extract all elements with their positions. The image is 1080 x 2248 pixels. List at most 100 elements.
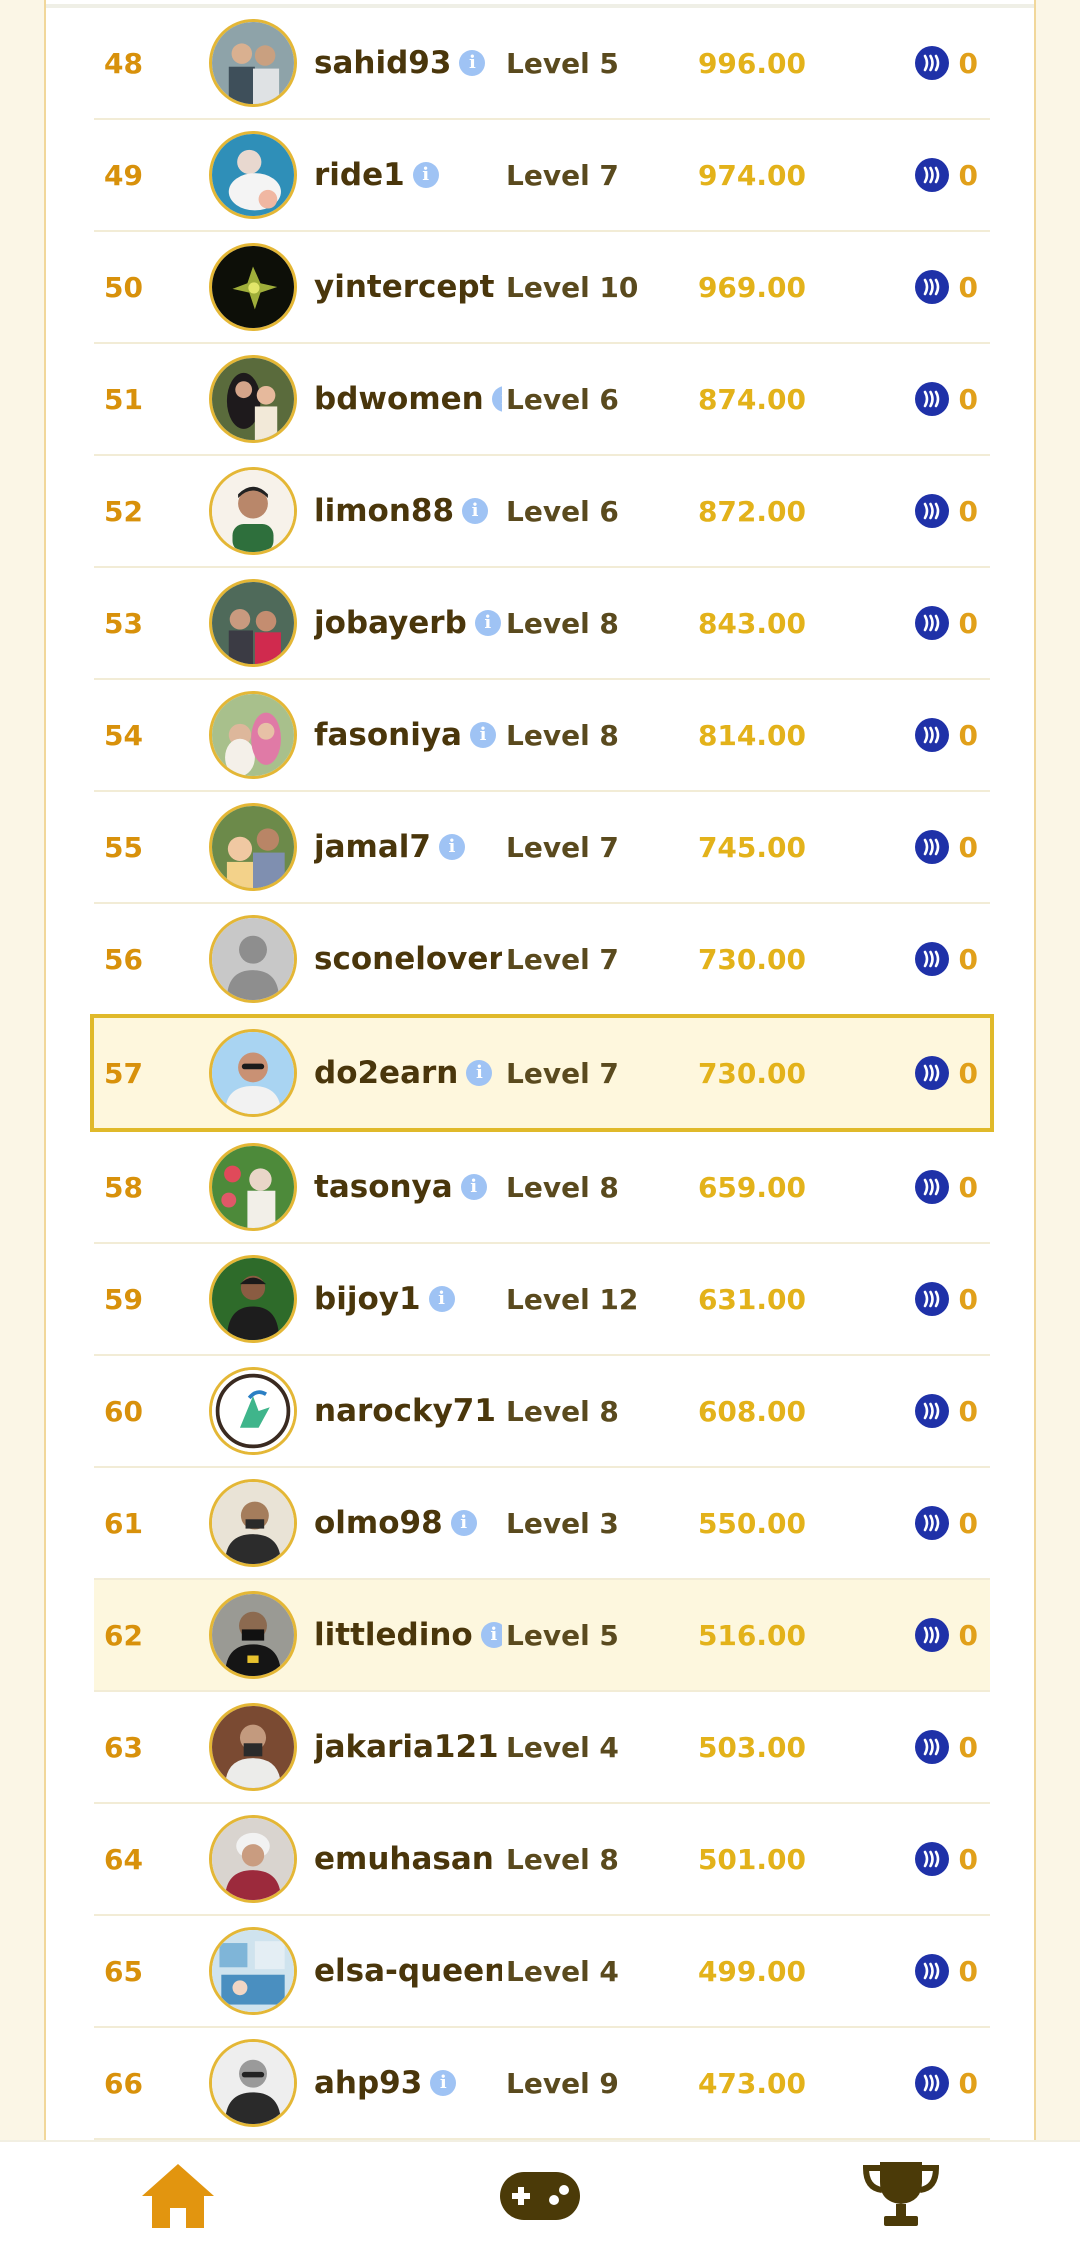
leaderboard-row[interactable]: 49 ride1 i Level 7 974.00 0 xyxy=(94,120,990,232)
avatar[interactable] xyxy=(209,1479,297,1567)
username[interactable]: jakaria121 i xyxy=(314,1692,502,1802)
info-icon[interactable]: i xyxy=(459,50,486,76)
avatar[interactable] xyxy=(209,2039,297,2127)
username[interactable]: emuhasan i xyxy=(314,1804,502,1914)
leaderboard-row[interactable]: 55 jamal7 i Level 7 745.00 0 xyxy=(94,792,990,904)
avatar[interactable] xyxy=(209,803,297,891)
info-icon[interactable]: i xyxy=(462,498,489,524)
home-icon[interactable] xyxy=(140,2162,216,2230)
username[interactable]: sconelover i xyxy=(314,904,502,1014)
steem-icon xyxy=(914,830,949,864)
username-text[interactable]: ride1 xyxy=(314,157,405,193)
avatar[interactable] xyxy=(209,1255,297,1343)
leaderboard-row[interactable]: 66 ahp93 i Level 9 473.00 0 xyxy=(94,2028,990,2140)
username-text[interactable]: jobayerb xyxy=(314,605,467,641)
leaderboard-row[interactable]: 54 fasoniya i Level 8 814.00 0 xyxy=(94,680,990,792)
username[interactable]: bdwomen i xyxy=(314,344,502,454)
username-text[interactable]: jakaria121 xyxy=(314,1729,499,1765)
username-text[interactable]: bijoy1 xyxy=(314,1281,421,1317)
avatar[interactable] xyxy=(209,1815,297,1903)
user-points: 872.00 xyxy=(697,494,806,528)
reward-value: 0 xyxy=(958,1618,978,1652)
username[interactable]: fasoniya i xyxy=(314,680,502,790)
username-text[interactable]: elsa-queen xyxy=(314,1953,502,1989)
avatar[interactable] xyxy=(209,1927,297,2015)
username-text[interactable]: do2earn xyxy=(314,1055,458,1091)
username-text[interactable]: littledino xyxy=(314,1617,473,1653)
username-text[interactable]: olmo98 xyxy=(314,1505,443,1541)
leaderboard-row[interactable]: 64 emuhasan i Level 8 501.00 0 xyxy=(94,1804,990,1916)
leaderboard-row[interactable]: 60 narocky71 i Level 8 608.00 0 xyxy=(94,1356,990,1468)
leaderboard-row[interactable]: 56 sconelover i Level 7 730.00 0 xyxy=(94,904,990,1016)
avatar[interactable] xyxy=(209,19,297,107)
leaderboard-row-current-user[interactable]: 57 do2earn i Level 7 730.00 0 xyxy=(90,1014,994,1132)
info-icon[interactable]: i xyxy=(438,834,465,860)
leaderboard-row[interactable]: 50 yintercept i Level 10 969.00 0 xyxy=(94,232,990,344)
username[interactable]: yintercept i xyxy=(314,232,502,342)
leaderboard-row[interactable]: 52 limon88 i Level 6 872.00 0 xyxy=(94,456,990,568)
username[interactable]: narocky71 i xyxy=(314,1356,502,1466)
avatar[interactable] xyxy=(209,1367,297,1455)
username[interactable]: jobayerb i xyxy=(314,568,502,678)
username[interactable]: elsa-queen i xyxy=(314,1916,502,2026)
username-text[interactable]: fasoniya xyxy=(314,717,462,753)
avatar[interactable] xyxy=(209,691,297,779)
info-icon[interactable]: i xyxy=(480,1622,502,1648)
info-icon[interactable]: i xyxy=(412,162,439,188)
avatar[interactable] xyxy=(209,1143,297,1231)
leaderboard-row[interactable]: 61 olmo98 i Level 3 550.00 0 xyxy=(94,1468,990,1580)
username[interactable]: ride1 i xyxy=(314,120,502,230)
username[interactable]: jamal7 i xyxy=(314,792,502,902)
leaderboard-row[interactable]: 48 sahid93 i Level 5 996.00 0 xyxy=(94,8,990,120)
rank-number: 60 xyxy=(104,1394,143,1428)
username-text[interactable]: bdwomen xyxy=(314,381,484,417)
info-icon[interactable]: i xyxy=(474,610,501,636)
avatar[interactable] xyxy=(209,467,297,555)
avatar[interactable] xyxy=(209,355,297,443)
gamepad-icon[interactable] xyxy=(498,2170,582,2222)
leaderboard-row[interactable]: 51 bdwomen i Level 6 874.00 0 xyxy=(94,344,990,456)
username[interactable]: limon88 i xyxy=(314,456,502,566)
username-text[interactable]: yintercept xyxy=(314,269,494,305)
username[interactable]: sahid93 i xyxy=(314,8,502,118)
info-icon[interactable]: i xyxy=(491,386,502,412)
username-text[interactable]: emuhasan xyxy=(314,1841,494,1877)
username[interactable]: do2earn i xyxy=(314,1018,502,1128)
user-level: Level 8 xyxy=(506,606,619,640)
username[interactable]: olmo98 i xyxy=(314,1468,502,1578)
username-text[interactable]: sconelover xyxy=(314,941,502,977)
info-icon[interactable]: i xyxy=(466,1060,493,1086)
leaderboard-row[interactable]: 62 littledino i Level 5 516.00 0 xyxy=(94,1580,990,1692)
leaderboard-row[interactable]: 58 tasonya i Level 8 659.00 0 xyxy=(94,1132,990,1244)
leaderboard-row[interactable]: 59 bijoy1 i Level 12 631.00 0 xyxy=(94,1244,990,1356)
leaderboard-row[interactable]: 53 jobayerb i Level 8 843.00 0 xyxy=(94,568,990,680)
avatar[interactable] xyxy=(209,1029,297,1117)
leaderboard-row[interactable]: 65 elsa-queen i Level 4 499.00 0 xyxy=(94,1916,990,2028)
leaderboard-row[interactable]: 63 jakaria121 i Level 4 503.00 0 xyxy=(94,1692,990,1804)
username-text[interactable]: limon88 xyxy=(314,493,454,529)
info-icon[interactable]: i xyxy=(430,2070,457,2096)
user-level: Level 7 xyxy=(506,830,619,864)
avatar[interactable] xyxy=(209,131,297,219)
reward-value: 0 xyxy=(958,1282,978,1316)
username[interactable]: littledino i xyxy=(314,1580,502,1690)
trophy-icon[interactable] xyxy=(862,2158,940,2230)
info-icon[interactable]: i xyxy=(469,722,496,748)
username-text[interactable]: ahp93 xyxy=(314,2065,422,2101)
username[interactable]: tasonya i xyxy=(314,1132,502,1242)
info-icon[interactable]: i xyxy=(450,1510,477,1536)
steem-icon xyxy=(914,158,949,192)
avatar[interactable] xyxy=(209,243,297,331)
avatar[interactable] xyxy=(209,1703,297,1791)
info-icon[interactable]: i xyxy=(460,1174,487,1200)
username[interactable]: ahp93 i xyxy=(314,2028,502,2138)
username[interactable]: bijoy1 i xyxy=(314,1244,502,1354)
username-text[interactable]: jamal7 xyxy=(314,829,431,865)
info-icon[interactable]: i xyxy=(428,1286,455,1312)
avatar[interactable] xyxy=(209,579,297,667)
avatar[interactable] xyxy=(209,915,297,1003)
username-text[interactable]: sahid93 xyxy=(314,45,451,81)
avatar[interactable] xyxy=(209,1591,297,1679)
username-text[interactable]: narocky71 xyxy=(314,1393,496,1429)
username-text[interactable]: tasonya xyxy=(314,1169,453,1205)
